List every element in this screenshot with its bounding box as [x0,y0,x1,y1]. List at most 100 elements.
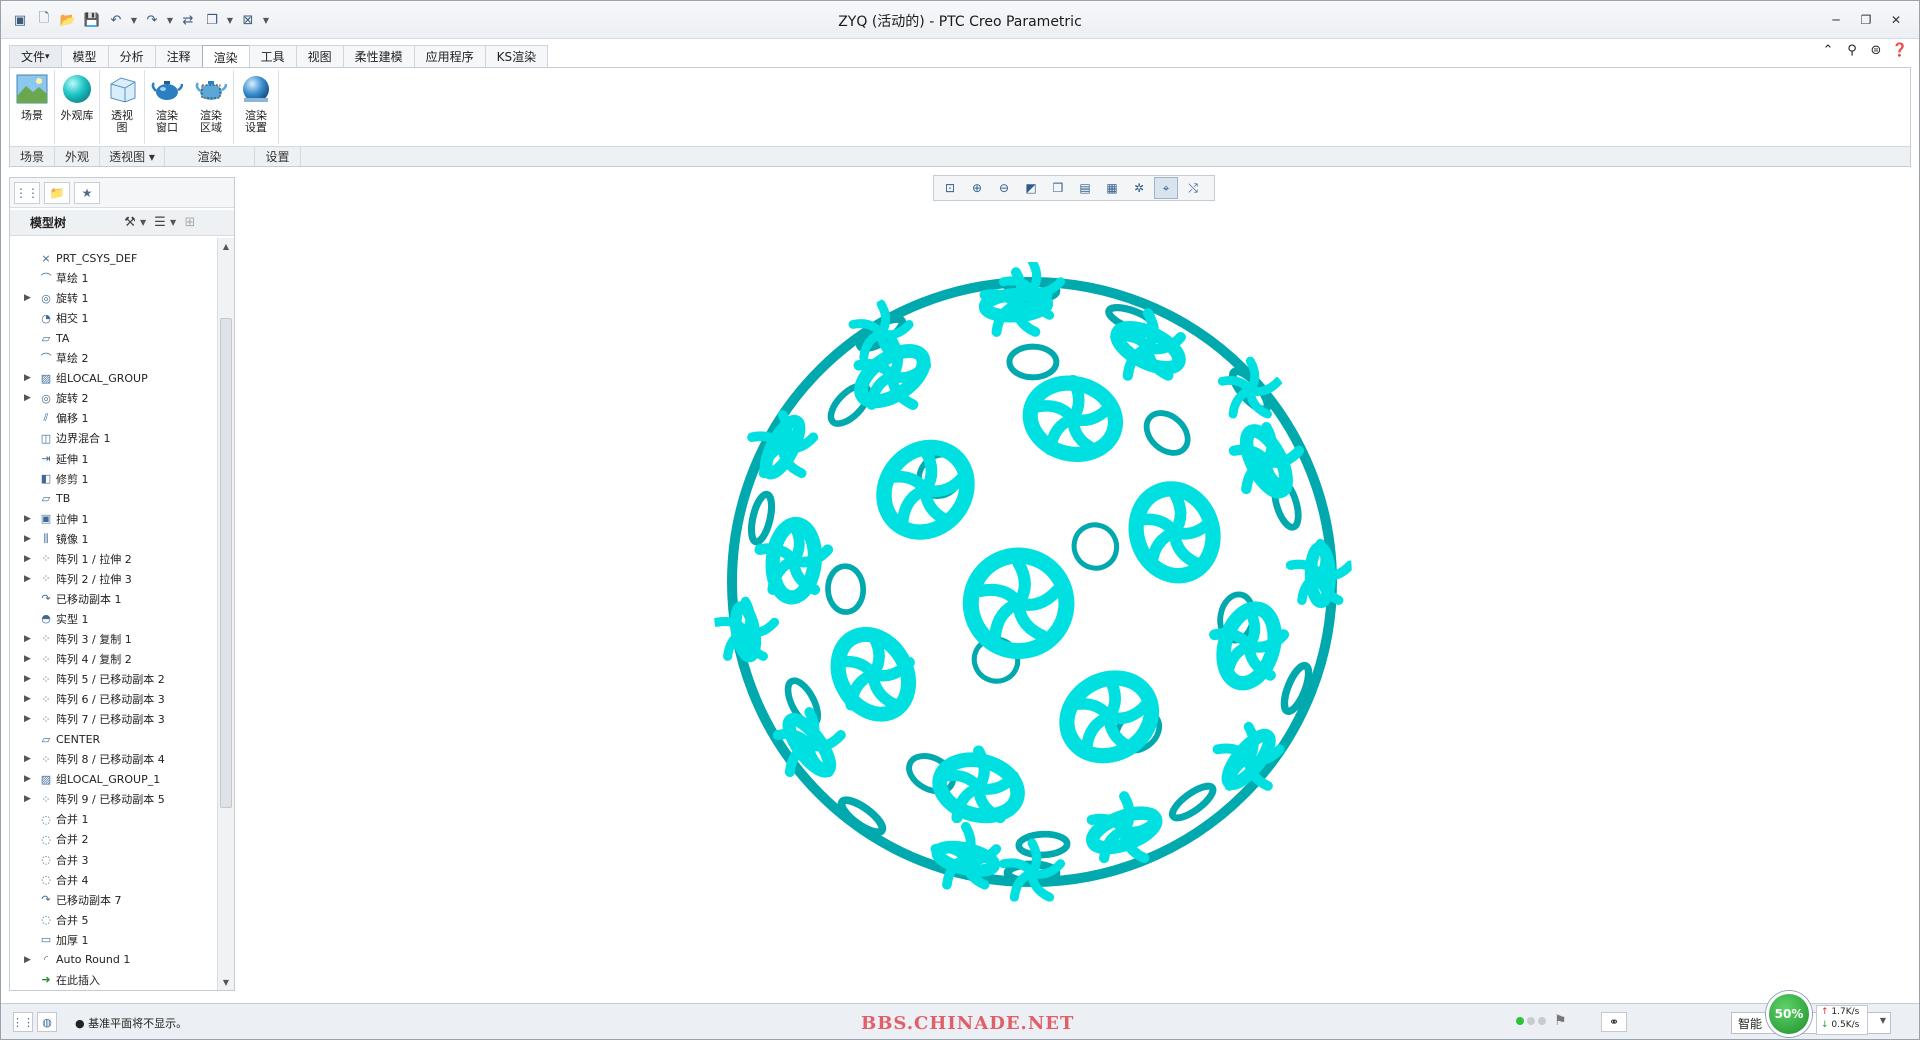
flag-icon[interactable]: ⚑ [1554,1013,1567,1029]
expand-arrow-icon[interactable]: ▶ [24,634,34,644]
tree-item[interactable]: ▶ ▨ 组LOCAL_GROUP [10,368,216,388]
tree-item[interactable]: ▶ ⫼ 镜像 1 [10,529,216,549]
appearance-gallery-button[interactable]: 外观库 [55,68,99,146]
zoom-out-icon[interactable]: ⊖ [992,177,1016,199]
tree-item[interactable]: ▶ ▨ 组LOCAL_GROUP_1 [10,769,216,789]
tree-item[interactable]: ◌ 合并 5 [10,910,216,930]
tree-item[interactable]: ▶ ⁘ 阵列 1 / 拉伸 2 [10,549,216,569]
tree-item[interactable]: ▶ ⁘ 阵列 2 / 拉伸 3 [10,569,216,589]
scroll-thumb[interactable] [220,318,232,808]
find-icon[interactable]: ⚭ [1601,1012,1627,1032]
expand-arrow-icon[interactable]: ▶ [24,714,34,724]
expand-arrow-icon[interactable]: ▶ [24,293,34,303]
tree-item[interactable]: ⌒ 草绘 2 [10,348,216,368]
view-manager-icon[interactable]: ▦ [1100,177,1124,199]
perspective-button[interactable]: 透视 图 [100,68,144,146]
show-dropdown-icon[interactable]: ▼ [170,218,180,227]
folder-browser-tab-icon[interactable]: 📁 [44,182,70,204]
tree-item[interactable]: ⫽ 偏移 1 [10,408,216,428]
tree-item[interactable]: ▶ ⁘ 阵列 7 / 已移动副本 3 [10,709,216,729]
tab-1[interactable]: 模型 [60,45,109,67]
tab-8[interactable]: 应用程序 [413,45,486,67]
tree-item[interactable]: ▶ ◎ 旋转 2 [10,388,216,408]
tree-item[interactable]: ◔ 相交 1 [10,308,216,328]
saved-views-icon[interactable]: ▤ [1073,177,1097,199]
group-label-perspective[interactable]: 透视图 ▾ [100,147,165,166]
help-icon[interactable]: ❓ [1891,41,1909,59]
command-search-icon[interactable]: ⊜ [1867,41,1885,59]
tree-item[interactable]: ◌ 合并 2 [10,829,216,849]
annotation-display-icon[interactable]: ⤭ [1181,177,1205,199]
repaint-icon[interactable]: ◩ [1019,177,1043,199]
expand-arrow-icon[interactable]: ▶ [24,393,34,403]
expand-arrow-icon[interactable]: ▶ [24,574,34,584]
lattice-sphere-model[interactable] [707,257,1357,907]
render-region-button[interactable]: 渲染 区域 [189,68,233,146]
model-tree-scrollbar[interactable]: ▲ ▼ [217,238,234,990]
datum-display-icon[interactable]: ✲ [1127,177,1151,199]
tree-item[interactable]: ▶ ▣ 拉伸 1 [10,509,216,529]
scroll-up-icon[interactable]: ▲ [218,238,234,254]
tree-item[interactable]: ↷ 已移动副本 1 [10,589,216,609]
tree-item[interactable]: ▱ TB [10,489,216,509]
expand-arrow-icon[interactable]: ▶ [24,514,34,524]
expand-arrow-icon[interactable]: ▶ [24,654,34,664]
tree-item[interactable]: ▶ ◎ 旋转 1 [10,288,216,308]
expand-arrow-icon[interactable]: ▶ [24,554,34,564]
expand-arrow-icon[interactable]: ▶ [24,774,34,784]
tree-item[interactable]: ◓ 实型 1 [10,609,216,629]
minimize-icon[interactable]: ─ [1823,9,1849,31]
tree-item[interactable]: ▶ ⁘ 阵列 9 / 已移动副本 5 [10,789,216,809]
tree-columns-icon[interactable]: ⊞ [180,213,200,233]
spin-center-icon[interactable]: ⌖ [1154,177,1178,199]
tree-item[interactable]: ▶ ⁘ 阵列 3 / 复制 1 [10,629,216,649]
scroll-down-icon[interactable]: ▼ [218,974,234,990]
tree-item[interactable]: ▱ TA [10,328,216,348]
settings-icon[interactable]: ⚒ [120,213,140,233]
tab-9[interactable]: KS渲染 [484,45,549,67]
expand-arrow-icon[interactable]: ▶ [24,694,34,704]
expand-arrow-icon[interactable]: ▶ [24,674,34,684]
tab-0[interactable]: 文件 ▾ [9,45,62,67]
tab-6[interactable]: 视图 [295,45,344,67]
tree-item[interactable]: ◫ 边界混合 1 [10,428,216,448]
tree-item[interactable]: ▶ ⁘ 阵列 4 / 复制 2 [10,649,216,669]
tree-item[interactable]: ↷ 已移动副本 7 [10,890,216,910]
tree-item[interactable]: ▭ 加厚 1 [10,930,216,950]
restore-icon[interactable]: ❐ [1853,9,1879,31]
tree-item[interactable]: ▶ ⁘ 阵列 8 / 已移动副本 4 [10,749,216,769]
tab-3[interactable]: 注释 [154,45,203,67]
tree-item[interactable]: ▱ CENTER [10,729,216,749]
tree-item[interactable]: ◌ 合并 1 [10,809,216,829]
show-icon[interactable]: ☰ [150,213,170,233]
settings-dropdown-icon[interactable]: ▼ [140,218,150,227]
graphics-area[interactable] [237,167,1911,1001]
render-settings-button[interactable]: 渲染 设置 [234,68,278,146]
collapse-ribbon-icon[interactable]: ⌃ [1819,41,1837,59]
display-style-icon[interactable]: ❒ [1046,177,1070,199]
tree-item[interactable]: ▶ ⁘ 阵列 5 / 已移动副本 2 [10,669,216,689]
refit-icon[interactable]: ⊡ [938,177,962,199]
favorites-tab-icon[interactable]: ★ [74,182,100,204]
tree-item[interactable]: ⨯ PRT_CSYS_DEF [10,248,216,268]
tree-item[interactable]: ◌ 合并 4 [10,870,216,890]
tree-item[interactable]: ⌒ 草绘 1 [10,268,216,288]
tree-item[interactable]: ▶ ◜ Auto Round 1 [10,950,216,970]
close-icon[interactable]: ✕ [1883,9,1909,31]
tab-7[interactable]: 柔性建模 [342,45,415,67]
tab-2[interactable]: 分析 [107,45,156,67]
model-tree-tab-icon[interactable]: ⋮⋮ [14,182,40,204]
toggle-navigator-icon[interactable]: ⋮⋮ [12,1012,34,1032]
expand-arrow-icon[interactable]: ▶ [24,534,34,544]
tree-item[interactable]: ▶ ⁘ 阵列 6 / 已移动副本 3 [10,689,216,709]
search-icon[interactable]: ⚲ [1843,41,1861,59]
tree-item[interactable]: ◌ 合并 3 [10,850,216,870]
tab-5[interactable]: 工具 [248,45,297,67]
expand-arrow-icon[interactable]: ▶ [24,373,34,383]
render-window-button[interactable]: 渲染 窗口 [145,68,189,146]
tree-item[interactable]: ➜ 在此插入 [10,970,216,990]
scene-button[interactable]: 场景 [10,68,54,146]
browser-icon[interactable]: ◍ [37,1012,57,1032]
expand-arrow-icon[interactable]: ▶ [24,794,34,804]
tree-item[interactable]: ◧ 修剪 1 [10,469,216,489]
